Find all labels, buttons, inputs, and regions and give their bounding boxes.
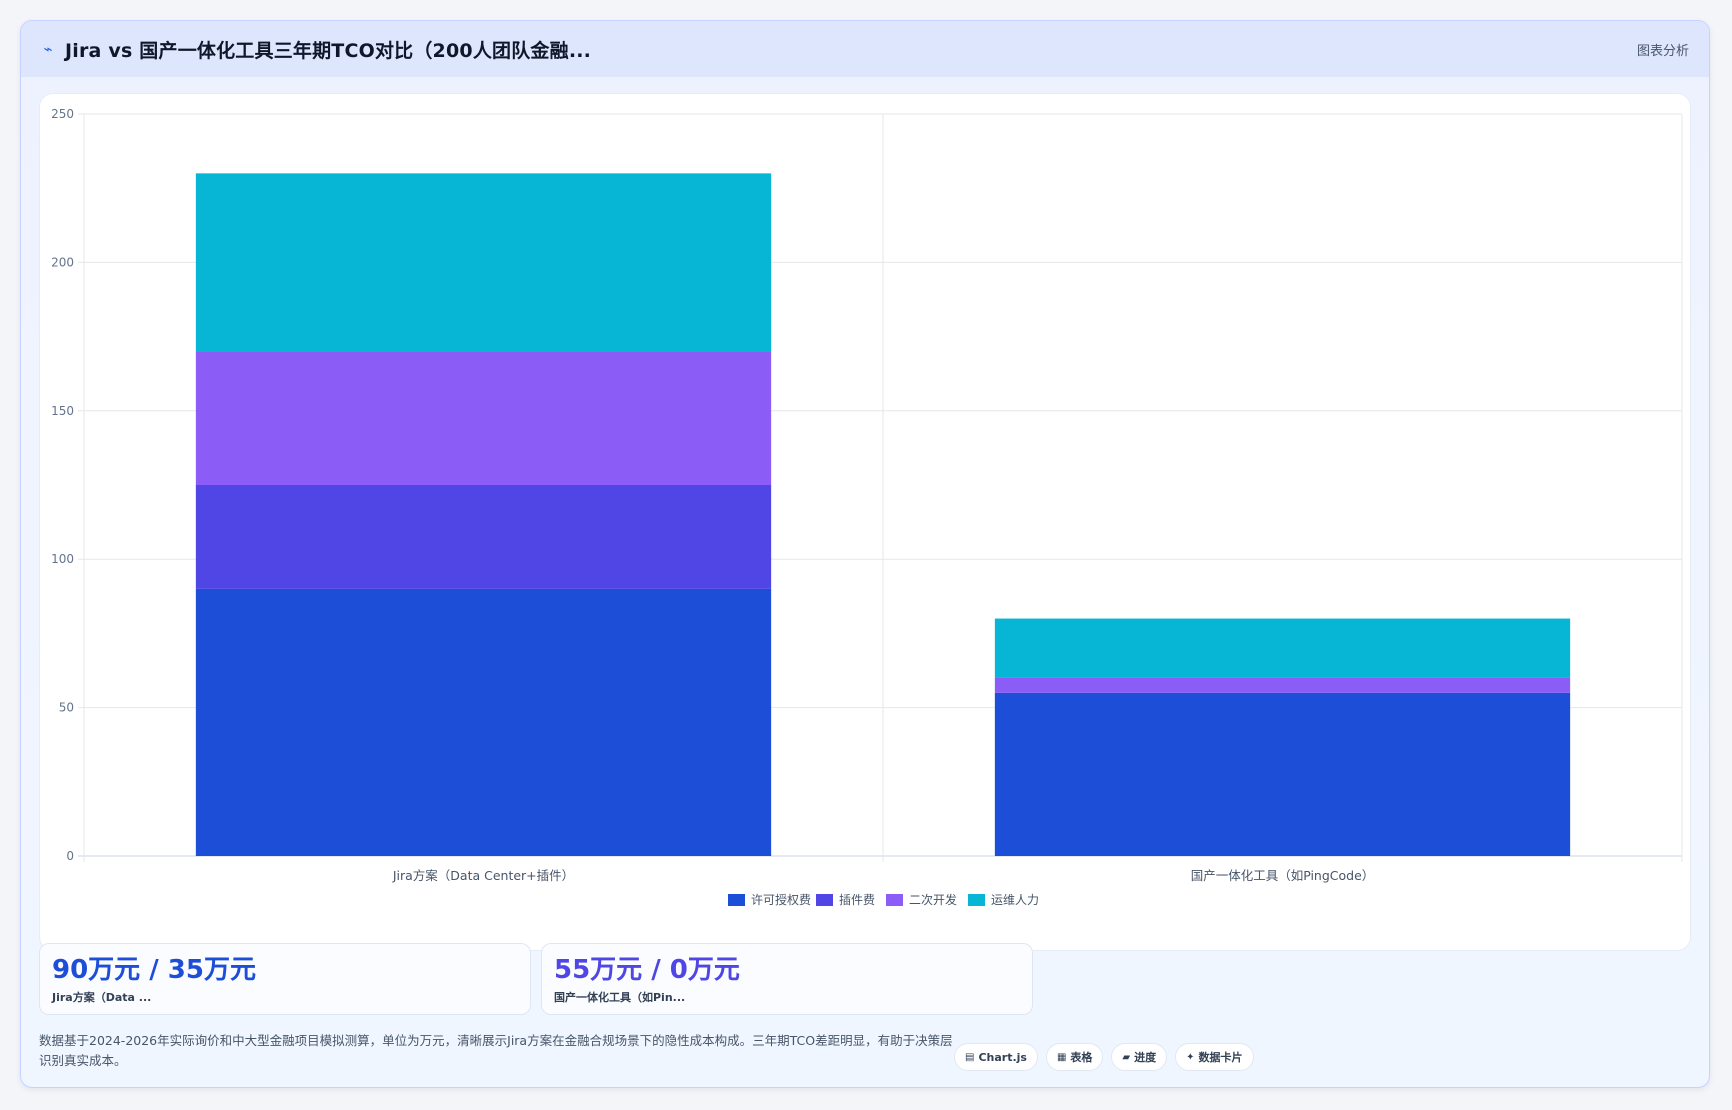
kpi-value: 55万元 / 0万元 bbox=[554, 955, 740, 985]
table-icon: ▦ bbox=[1056, 1051, 1067, 1063]
chart-analysis-label[interactable]: 图表分析 bbox=[1637, 40, 1689, 59]
x-tick-label: Jira方案（Data Center+插件） bbox=[392, 868, 574, 883]
tool-label: 进度 bbox=[1134, 1051, 1157, 1064]
kpi-card-domestic: 55万元 / 0万元 国产一体化工具（如Pin... bbox=[541, 943, 1033, 1015]
bar-segment bbox=[994, 692, 1571, 856]
bar-segment bbox=[195, 588, 772, 856]
legend-label: 二次开发 bbox=[909, 892, 957, 907]
y-tick-label: 250 bbox=[51, 107, 74, 121]
y-tick-label: 200 bbox=[51, 255, 74, 269]
tool-label: 数据卡片 bbox=[1198, 1051, 1243, 1064]
bar-segment bbox=[994, 618, 1571, 678]
kpi-card-jira: 90万元 / 35万元 Jira方案（Data ... bbox=[39, 943, 531, 1015]
bar-segment bbox=[195, 485, 772, 589]
chart-title: Jira vs 国产一体化工具三年期TCO对比（200人团队金融... bbox=[65, 39, 592, 62]
card-header: ⌁ Jira vs 国产一体化工具三年期TCO对比（200人团队金融... 图表… bbox=[21, 21, 1709, 77]
bar-segment bbox=[195, 351, 772, 485]
legend-swatch bbox=[816, 894, 833, 906]
chart-panel: 0 50 100 150 200 250 Jira方案（Data Center+插件） 国产一… bbox=[39, 93, 1691, 951]
legend-label: 许可授权费 bbox=[751, 892, 811, 907]
y-tick-label: 100 bbox=[51, 552, 74, 566]
bar-segment bbox=[195, 173, 772, 352]
title-wrap: ⌁ Jira vs 国产一体化工具三年期TCO对比（200人团队金融... bbox=[41, 36, 591, 63]
legend-swatch bbox=[728, 894, 745, 906]
legend-label: 运维人力 bbox=[991, 893, 1039, 907]
data-card-icon: ✦ bbox=[1186, 1051, 1195, 1063]
legend-swatch bbox=[968, 894, 985, 906]
view-toolbar: ▤ Chart.js ▦ 表格 ▰ 进度 ✦ 数据卡片 bbox=[954, 1043, 1254, 1071]
x-tick-label: 国产一体化工具（如PingCode） bbox=[1191, 868, 1375, 883]
legend-swatch bbox=[886, 894, 903, 906]
chartjs-button[interactable]: ▤ Chart.js bbox=[954, 1043, 1038, 1071]
chartjs-icon: ▤ bbox=[965, 1051, 975, 1063]
tool-label: 表格 bbox=[1070, 1051, 1093, 1064]
legend-label: 插件费 bbox=[839, 893, 875, 907]
kpi-value: 90万元 / 35万元 bbox=[52, 955, 256, 985]
chart-line-icon: ⌁ bbox=[43, 40, 53, 58]
progress-icon: ▰ bbox=[1122, 1051, 1131, 1063]
data-card-button[interactable]: ✦ 数据卡片 bbox=[1175, 1043, 1254, 1071]
bar-segment bbox=[994, 677, 1571, 693]
tool-label: Chart.js bbox=[978, 1050, 1027, 1064]
stacked-bar-chart: 0 50 100 150 200 250 Jira方案（Data Center+插件） 国产一… bbox=[51, 107, 1683, 907]
chart-card: ⌁ Jira vs 国产一体化工具三年期TCO对比（200人团队金融... 图表… bbox=[20, 20, 1710, 1088]
progress-button[interactable]: ▰ 进度 bbox=[1111, 1043, 1168, 1071]
kpi-label: Jira方案（Data ... bbox=[52, 991, 152, 1004]
y-tick-label: 0 bbox=[66, 849, 74, 863]
y-tick-label: 50 bbox=[59, 701, 74, 715]
y-tick-label: 150 bbox=[51, 404, 74, 418]
footnote: 数据基于2024-2026年实际询价和中大型金融项目模拟测算，单位为万元，清晰展… bbox=[39, 1033, 953, 1068]
kpi-label: 国产一体化工具（如Pin... bbox=[554, 991, 686, 1004]
table-button[interactable]: ▦ 表格 bbox=[1045, 1043, 1104, 1071]
